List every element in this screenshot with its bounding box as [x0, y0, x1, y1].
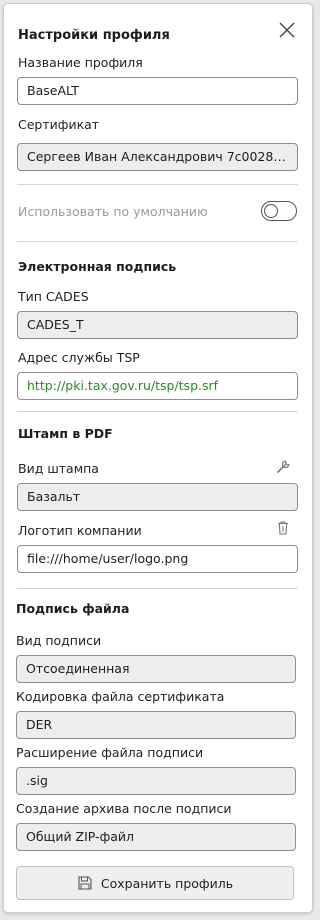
close-icon — [279, 22, 295, 38]
wrench-icon — [277, 460, 290, 473]
close-button[interactable] — [276, 19, 298, 41]
stamp-settings-button[interactable] — [275, 459, 291, 475]
save-profile-button[interactable]: Сохранить профиль — [16, 866, 294, 900]
default-toggle[interactable] — [261, 201, 297, 221]
profile-name-input[interactable]: BaseALT — [17, 77, 298, 105]
archive-mode-select[interactable]: Общий ZIP-файл — [16, 823, 296, 851]
floppy-disk-icon — [78, 876, 92, 890]
signature-kind-select[interactable]: Отсоединенная — [16, 655, 296, 683]
stamp-kind-select[interactable]: Базальт — [17, 483, 298, 511]
save-profile-label: Сохранить профиль — [100, 875, 234, 891]
stamp-kind-label: Вид штампа — [18, 461, 99, 476]
signature-section-heading: Электронная подпись — [18, 259, 177, 274]
cert-encoding-select[interactable]: DER — [16, 711, 296, 739]
toggle-knob — [264, 203, 278, 218]
tsp-address-label: Адрес службы TSP — [18, 350, 140, 365]
cert-encoding-label: Кодировка файла сертификата — [16, 689, 225, 704]
signature-kind-label: Вид подписи — [16, 633, 102, 648]
file-signature-section-heading: Подпись файла — [16, 601, 130, 616]
company-logo-label: Логотип компании — [18, 523, 142, 538]
signature-extension-label: Расширение файла подписи — [16, 745, 204, 760]
divider — [17, 241, 298, 242]
divider — [17, 411, 298, 412]
page-title: Настройки профиля — [18, 28, 170, 43]
divider — [17, 588, 298, 589]
certificate-select[interactable]: Сергеев Иван Александрович 7c002876b7... — [17, 143, 298, 171]
cades-type-label: Тип CADES — [18, 289, 89, 304]
default-toggle-label: Использовать по умолчанию — [18, 204, 208, 219]
signature-extension-select[interactable]: .sig — [16, 767, 296, 795]
divider — [17, 184, 298, 185]
cades-type-select[interactable]: CADES_T — [17, 311, 298, 339]
archive-mode-label: Создание архива после подписи — [16, 801, 232, 816]
stamp-section-heading: Штамп в PDF — [18, 426, 113, 441]
tsp-address-input[interactable]: http://pki.tax.gov.ru/tsp/tsp.srf — [17, 372, 298, 400]
trash-icon — [278, 521, 288, 535]
profile-name-label: Название профиля — [18, 55, 143, 70]
delete-logo-button[interactable] — [275, 520, 291, 536]
certificate-label: Сертификат — [18, 117, 100, 132]
company-logo-input[interactable]: file:///home/user/logo.png — [17, 545, 298, 573]
profile-settings-panel: Настройки профиля Название профиля BaseA… — [3, 3, 313, 913]
